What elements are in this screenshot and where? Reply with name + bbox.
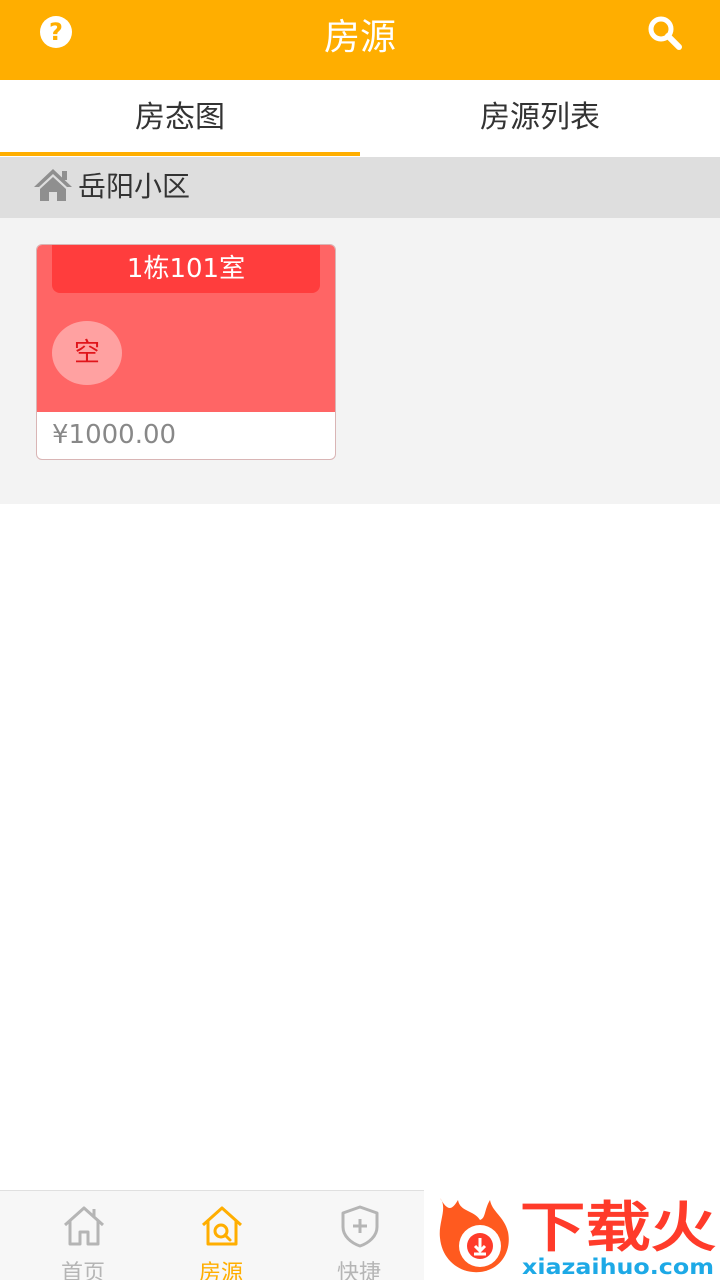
- tab-listing[interactable]: 房源列表: [360, 80, 720, 158]
- room-status-badge: 空: [52, 321, 122, 385]
- community-header: 岳阳小区: [0, 157, 720, 218]
- community-name: 岳阳小区: [78, 170, 191, 203]
- page-title: 房源: [323, 17, 396, 58]
- watermark-url: xiazaihuo.com: [522, 1255, 714, 1279]
- room-label: 1栋101室: [52, 245, 320, 293]
- house-search-icon: [201, 1206, 243, 1246]
- flame-logo-icon: [439, 1198, 509, 1273]
- home-outline-icon: [63, 1206, 105, 1246]
- nav-item-listings[interactable]: 房源: [152, 1191, 290, 1280]
- nav-item-shortcuts[interactable]: 快捷: [290, 1191, 428, 1280]
- shield-plus-icon: [341, 1205, 379, 1248]
- room-card[interactable]: 1栋101室 空 ¥1000.00: [36, 244, 336, 460]
- nav-item-label: 快捷: [336, 1261, 381, 1280]
- nav-item-label: 首页: [60, 1261, 105, 1280]
- watermark-text: 下载火 xiazaihuo.com: [520, 1196, 716, 1279]
- nav-item-home[interactable]: 首页: [14, 1191, 152, 1280]
- app-screen: ? 房源 房态图 房源列表 岳阳小区 1栋101室 空 ¥1000.00 首页 …: [0, 0, 720, 1280]
- tab-bar: 房态图 房源列表: [0, 80, 720, 158]
- active-tab-indicator: [0, 152, 360, 156]
- watermark: 下载火 xiazaihuo.com: [424, 1188, 720, 1280]
- tab-room-status-map[interactable]: 房态图: [0, 80, 360, 158]
- search-icon[interactable]: [646, 14, 684, 52]
- home-icon: [34, 169, 72, 201]
- watermark-brand: 下载火: [520, 1196, 716, 1259]
- nav-item-label: 房源: [198, 1261, 243, 1280]
- app-header: ? 房源: [0, 0, 720, 80]
- room-price: ¥1000.00: [52, 420, 177, 450]
